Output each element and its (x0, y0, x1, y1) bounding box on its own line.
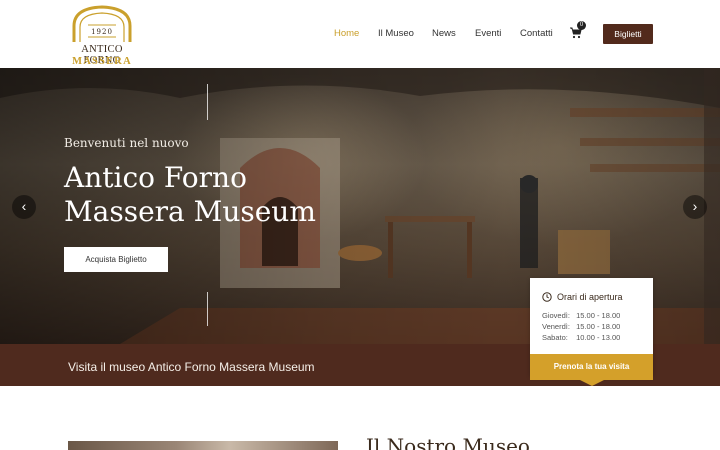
nav-home[interactable]: Home (334, 28, 359, 39)
site-header: 1920 ANTICO FORNO MASSERA Home Il Museo … (0, 0, 720, 68)
hours-day: Giovedì: (542, 311, 570, 320)
hours-time: 15.00 - 18.00 (576, 322, 621, 331)
hours-row: Sabato: 10.00 - 13.00 (542, 333, 620, 342)
chevron-right-icon[interactable]: › (683, 195, 707, 219)
hours-row: Giovedì: 15.00 - 18.00 (542, 311, 620, 320)
buy-ticket-button[interactable]: Acquista Biglietto (64, 247, 168, 272)
hours-time: 15.00 - 18.00 (576, 311, 621, 320)
book-visit-button-tip (580, 380, 604, 386)
hero-welcome: Benvenuti nel nuovo (64, 136, 189, 150)
nav-news[interactable]: News (432, 28, 456, 39)
hero-divider-bottom (207, 292, 208, 326)
section-title: Il Nostro Museo (366, 434, 530, 450)
nav-contatti[interactable]: Contatti (520, 28, 553, 39)
museum-photo (68, 441, 338, 450)
tickets-button[interactable]: Biglietti (603, 24, 653, 44)
hero-title: Antico Forno Massera Museum (64, 161, 316, 228)
hours-day: Sabato: (542, 333, 568, 342)
hero-divider-top (207, 84, 208, 120)
clock-icon (542, 292, 552, 302)
cart-count-badge: 0 (577, 21, 586, 30)
visit-band-text: Visita il museo Antico Forno Massera Mus… (68, 360, 315, 374)
chevron-left-icon[interactable]: ‹ (12, 195, 36, 219)
opening-hours-title: Orari di apertura (557, 292, 623, 302)
logo-line2: MASSERA (72, 56, 132, 67)
hours-day: Venerdì: (542, 322, 570, 331)
nav-eventi[interactable]: Eventi (475, 28, 501, 39)
logo-year: 1920 (91, 28, 113, 36)
hours-time: 10.00 - 13.00 (576, 333, 621, 342)
book-visit-button[interactable]: Prenota la tua visita (530, 354, 653, 380)
nav-il-museo[interactable]: Il Museo (378, 28, 414, 39)
opening-hours-header: Orari di apertura (542, 292, 623, 302)
hours-row: Venerdì: 15.00 - 18.00 (542, 322, 620, 331)
arch-logo-icon (72, 5, 132, 42)
site-logo[interactable]: 1920 ANTICO FORNO MASSERA (66, 4, 138, 67)
